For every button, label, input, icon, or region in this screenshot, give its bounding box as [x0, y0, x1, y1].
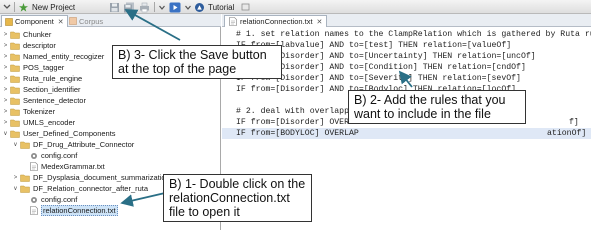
chevron-down-icon[interactable]: ∨: [2, 130, 9, 137]
folder-icon: [10, 31, 20, 39]
tree-item-named-entity-recogizer[interactable]: > Named_entity_recogizer: [2, 51, 105, 62]
main-toolbar: New Project Tutorial: [0, 0, 591, 14]
tree-item-user-defined-components[interactable]: ∨ User_Defined_Components: [2, 128, 115, 139]
chevron-down-icon: [185, 5, 191, 10]
run-dropdown-button[interactable]: [158, 1, 166, 13]
folder-open-icon: [20, 141, 30, 149]
tree-item-chunker[interactable]: > Chunker: [2, 29, 52, 40]
callout-rules-step: B) 2- Add the rules that you want to inc…: [348, 90, 526, 124]
code-line[interactable]: # 2. deal with overlapped: [236, 106, 359, 117]
component-tabbar: Component ✕ Corpus: [0, 14, 221, 27]
folder-open-icon: [20, 185, 30, 193]
chevron-down-icon[interactable]: ∨: [12, 141, 19, 148]
window-minimize-button[interactable]: [241, 1, 250, 13]
tree-item-df-dysplasia-document-summarization[interactable]: > DF_Dysplasia_document_summarization: [12, 172, 170, 183]
save-all-icon: [124, 2, 134, 12]
run-options-button[interactable]: [184, 1, 192, 13]
tab-corpus[interactable]: Corpus: [66, 15, 106, 27]
gear-icon: [31, 152, 37, 159]
folder-icon: [10, 119, 20, 127]
chevron-right-icon[interactable]: >: [2, 54, 9, 60]
minimize-icon: [241, 3, 250, 11]
tab-corpus-label: Corpus: [79, 16, 104, 26]
save-all-button[interactable]: [123, 1, 135, 13]
folder-icon: [10, 75, 20, 83]
new-project-button[interactable]: New Project: [18, 1, 75, 13]
chevron-right-icon[interactable]: >: [2, 32, 9, 38]
new-project-icon: [19, 2, 28, 12]
tree-item-pos-tagger[interactable]: > POS_tagger: [2, 62, 65, 73]
callout-open-step: B) 1- Double click on the relationConnec…: [163, 174, 312, 222]
tutorial-label: Tutorial: [208, 2, 235, 12]
tree-item-df-drug-attribute-connector[interactable]: ∨ DF_Drug_Attribute_Connector: [12, 139, 134, 150]
tree-item-config-conf[interactable]: config.conf: [29, 194, 77, 205]
code-line-current[interactable]: IF from=[BODYLOC] OVERLAP: [222, 128, 591, 139]
text-file-icon: [30, 162, 38, 171]
run-button[interactable]: [169, 1, 181, 13]
callout-save-step: B) 3- Click the Save button at the top o…: [112, 45, 282, 79]
save-icon: [110, 2, 119, 12]
folder-icon: [10, 97, 20, 105]
tree-item-ruta-rule-engine[interactable]: > Ruta_rule_engine: [2, 73, 82, 84]
toolbar-more-icon[interactable]: [2, 1, 12, 13]
chevron-right-icon[interactable]: >: [2, 109, 9, 115]
tutorial-button[interactable]: Tutorial: [194, 1, 234, 13]
close-icon[interactable]: ✕: [58, 18, 64, 26]
chevron-down-icon: [159, 5, 165, 10]
editor-tabbar: relationConnection.txt ✕: [222, 14, 591, 27]
editor-tab-label: relationConnection.txt: [240, 17, 313, 26]
folder-icon: [10, 42, 20, 50]
chevron-right-icon[interactable]: >: [12, 175, 19, 181]
corpus-icon: [69, 17, 77, 25]
tab-relationconnection-txt[interactable]: relationConnection.txt ✕: [224, 15, 328, 27]
toolbar-separator: [14, 2, 15, 12]
folder-icon: [20, 174, 30, 182]
chevron-right-icon[interactable]: >: [2, 43, 9, 49]
folder-icon: [10, 64, 20, 72]
print-button[interactable]: [139, 1, 150, 13]
folder-icon: [10, 108, 20, 116]
tutorial-icon: [195, 2, 204, 12]
tree-item-section-identifier[interactable]: > Section_identifier: [2, 84, 81, 95]
folder-icon: [10, 53, 20, 61]
tree-item-tokenizer[interactable]: > Tokenizer: [2, 106, 55, 117]
tree-item-df-relation-connector-after-ruta[interactable]: ∨ DF_Relation_connector_after_ruta: [12, 183, 148, 194]
new-project-label: New Project: [32, 2, 76, 12]
chevron-right-icon[interactable]: >: [2, 87, 9, 93]
close-icon[interactable]: ✕: [317, 18, 323, 26]
tree-item-sentence-detector[interactable]: > Sentence_detector: [2, 95, 86, 106]
folder-icon: [10, 86, 20, 94]
gear-icon: [31, 196, 37, 203]
tree-item-descriptor[interactable]: > descriptor: [2, 40, 56, 51]
tree-item-umls-encoder[interactable]: > UMLS_encoder: [2, 117, 75, 128]
tree-item-config-conf[interactable]: config.conf: [29, 150, 77, 161]
text-file-icon: [30, 206, 38, 215]
tree-item-medexgrammar-txt[interactable]: MedexGrammar.txt: [29, 161, 105, 172]
chevron-right-icon[interactable]: >: [2, 120, 9, 126]
chevron-right-icon[interactable]: >: [2, 98, 9, 104]
chevron-right-icon[interactable]: >: [2, 65, 9, 71]
folder-open-icon: [10, 130, 20, 138]
code-line[interactable]: # 1. set relation names to the ClampRela…: [236, 29, 591, 40]
save-button[interactable]: [109, 1, 120, 13]
code-line-tail: f]: [569, 118, 579, 127]
toolbar-separator: [154, 2, 155, 12]
run-icon: [169, 2, 181, 12]
tree-item-relationconnection-txt[interactable]: relationConnection.txt: [29, 205, 118, 216]
tab-component-label: Component: [15, 17, 54, 26]
code-line-tail: ationOf]: [547, 129, 587, 138]
chevron-right-icon[interactable]: >: [2, 76, 9, 82]
tab-component[interactable]: Component ✕: [1, 15, 68, 27]
chevron-down-icon[interactable]: ∨: [12, 185, 19, 192]
text-file-icon: [229, 17, 237, 26]
component-icon: [5, 17, 13, 26]
code-line[interactable]: IF from=[Disorder] OVERLAP: [236, 117, 364, 128]
print-icon: [140, 2, 149, 12]
